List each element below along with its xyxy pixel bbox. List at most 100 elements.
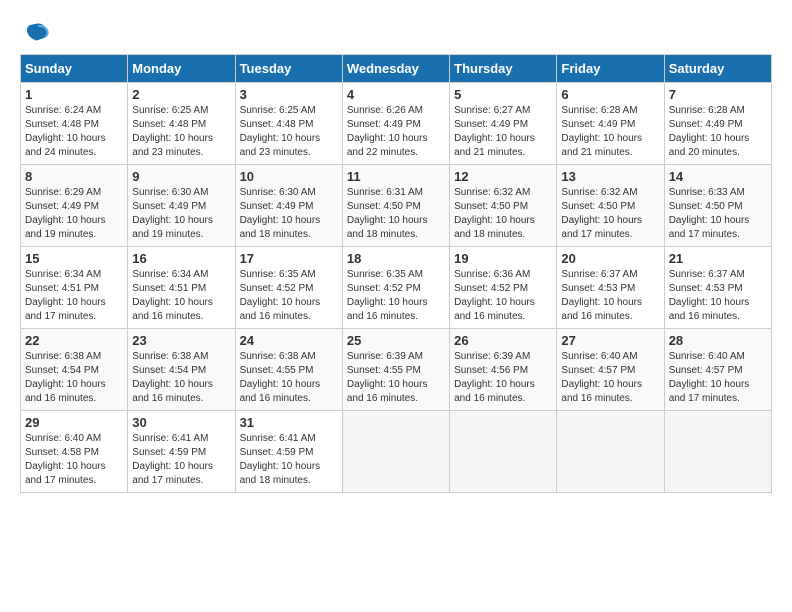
calendar-cell: 5 Sunrise: 6:27 AMSunset: 4:49 PMDayligh…: [450, 83, 557, 165]
day-info: Sunrise: 6:40 AMSunset: 4:57 PMDaylight:…: [669, 350, 767, 406]
day-number: 18: [347, 251, 445, 266]
calendar-cell: 26 Sunrise: 6:39 AMSunset: 4:56 PMDaylig…: [450, 329, 557, 411]
day-info: Sunrise: 6:30 AMSunset: 4:49 PMDaylight:…: [240, 186, 338, 242]
day-info: Sunrise: 6:37 AMSunset: 4:53 PMDaylight:…: [669, 268, 767, 324]
day-info: Sunrise: 6:30 AMSunset: 4:49 PMDaylight:…: [132, 186, 230, 242]
column-header-sunday: Sunday: [21, 55, 128, 83]
calendar-cell: 14 Sunrise: 6:33 AMSunset: 4:50 PMDaylig…: [664, 165, 771, 247]
day-info: Sunrise: 6:29 AMSunset: 4:49 PMDaylight:…: [25, 186, 123, 242]
day-info: Sunrise: 6:33 AMSunset: 4:50 PMDaylight:…: [669, 186, 767, 242]
day-info: Sunrise: 6:32 AMSunset: 4:50 PMDaylight:…: [561, 186, 659, 242]
day-info: Sunrise: 6:32 AMSunset: 4:50 PMDaylight:…: [454, 186, 552, 242]
day-number: 20: [561, 251, 659, 266]
day-number: 26: [454, 333, 552, 348]
day-info: Sunrise: 6:37 AMSunset: 4:53 PMDaylight:…: [561, 268, 659, 324]
calendar-table: SundayMondayTuesdayWednesdayThursdayFrid…: [20, 54, 772, 493]
day-number: 13: [561, 169, 659, 184]
day-number: 12: [454, 169, 552, 184]
day-number: 27: [561, 333, 659, 348]
calendar-cell: [664, 411, 771, 493]
page-header: [20, 20, 772, 44]
calendar-cell: 7 Sunrise: 6:28 AMSunset: 4:49 PMDayligh…: [664, 83, 771, 165]
day-info: Sunrise: 6:28 AMSunset: 4:49 PMDaylight:…: [561, 104, 659, 160]
calendar-week-3: 15 Sunrise: 6:34 AMSunset: 4:51 PMDaylig…: [21, 247, 772, 329]
day-info: Sunrise: 6:31 AMSunset: 4:50 PMDaylight:…: [347, 186, 445, 242]
day-info: Sunrise: 6:26 AMSunset: 4:49 PMDaylight:…: [347, 104, 445, 160]
calendar-cell: 25 Sunrise: 6:39 AMSunset: 4:55 PMDaylig…: [342, 329, 449, 411]
day-number: 14: [669, 169, 767, 184]
column-header-monday: Monday: [128, 55, 235, 83]
day-number: 17: [240, 251, 338, 266]
day-number: 21: [669, 251, 767, 266]
day-number: 1: [25, 87, 123, 102]
day-info: Sunrise: 6:39 AMSunset: 4:56 PMDaylight:…: [454, 350, 552, 406]
day-info: Sunrise: 6:40 AMSunset: 4:58 PMDaylight:…: [25, 432, 123, 488]
day-number: 3: [240, 87, 338, 102]
calendar-cell: 11 Sunrise: 6:31 AMSunset: 4:50 PMDaylig…: [342, 165, 449, 247]
calendar-cell: 23 Sunrise: 6:38 AMSunset: 4:54 PMDaylig…: [128, 329, 235, 411]
day-number: 19: [454, 251, 552, 266]
day-info: Sunrise: 6:34 AMSunset: 4:51 PMDaylight:…: [25, 268, 123, 324]
calendar-cell: 24 Sunrise: 6:38 AMSunset: 4:55 PMDaylig…: [235, 329, 342, 411]
day-info: Sunrise: 6:41 AMSunset: 4:59 PMDaylight:…: [132, 432, 230, 488]
day-info: Sunrise: 6:25 AMSunset: 4:48 PMDaylight:…: [240, 104, 338, 160]
day-number: 31: [240, 415, 338, 430]
calendar-cell: 19 Sunrise: 6:36 AMSunset: 4:52 PMDaylig…: [450, 247, 557, 329]
day-info: Sunrise: 6:25 AMSunset: 4:48 PMDaylight:…: [132, 104, 230, 160]
calendar-cell: 21 Sunrise: 6:37 AMSunset: 4:53 PMDaylig…: [664, 247, 771, 329]
calendar-cell: 22 Sunrise: 6:38 AMSunset: 4:54 PMDaylig…: [21, 329, 128, 411]
day-number: 5: [454, 87, 552, 102]
calendar-header-row: SundayMondayTuesdayWednesdayThursdayFrid…: [21, 55, 772, 83]
column-header-thursday: Thursday: [450, 55, 557, 83]
calendar-cell: 8 Sunrise: 6:29 AMSunset: 4:49 PMDayligh…: [21, 165, 128, 247]
calendar-week-4: 22 Sunrise: 6:38 AMSunset: 4:54 PMDaylig…: [21, 329, 772, 411]
day-number: 16: [132, 251, 230, 266]
calendar-cell: 15 Sunrise: 6:34 AMSunset: 4:51 PMDaylig…: [21, 247, 128, 329]
day-info: Sunrise: 6:28 AMSunset: 4:49 PMDaylight:…: [669, 104, 767, 160]
day-info: Sunrise: 6:36 AMSunset: 4:52 PMDaylight:…: [454, 268, 552, 324]
column-header-saturday: Saturday: [664, 55, 771, 83]
calendar-cell: 17 Sunrise: 6:35 AMSunset: 4:52 PMDaylig…: [235, 247, 342, 329]
day-number: 8: [25, 169, 123, 184]
logo-icon: [20, 20, 50, 44]
column-header-tuesday: Tuesday: [235, 55, 342, 83]
calendar-cell: 6 Sunrise: 6:28 AMSunset: 4:49 PMDayligh…: [557, 83, 664, 165]
day-number: 23: [132, 333, 230, 348]
calendar-cell: 20 Sunrise: 6:37 AMSunset: 4:53 PMDaylig…: [557, 247, 664, 329]
day-info: Sunrise: 6:27 AMSunset: 4:49 PMDaylight:…: [454, 104, 552, 160]
day-info: Sunrise: 6:35 AMSunset: 4:52 PMDaylight:…: [347, 268, 445, 324]
calendar-cell: 10 Sunrise: 6:30 AMSunset: 4:49 PMDaylig…: [235, 165, 342, 247]
day-info: Sunrise: 6:24 AMSunset: 4:48 PMDaylight:…: [25, 104, 123, 160]
calendar-cell: [342, 411, 449, 493]
calendar-cell: 3 Sunrise: 6:25 AMSunset: 4:48 PMDayligh…: [235, 83, 342, 165]
day-info: Sunrise: 6:41 AMSunset: 4:59 PMDaylight:…: [240, 432, 338, 488]
calendar-cell: [557, 411, 664, 493]
calendar-cell: 1 Sunrise: 6:24 AMSunset: 4:48 PMDayligh…: [21, 83, 128, 165]
column-header-wednesday: Wednesday: [342, 55, 449, 83]
day-number: 22: [25, 333, 123, 348]
calendar-cell: 13 Sunrise: 6:32 AMSunset: 4:50 PMDaylig…: [557, 165, 664, 247]
day-info: Sunrise: 6:35 AMSunset: 4:52 PMDaylight:…: [240, 268, 338, 324]
calendar-cell: 27 Sunrise: 6:40 AMSunset: 4:57 PMDaylig…: [557, 329, 664, 411]
day-info: Sunrise: 6:34 AMSunset: 4:51 PMDaylight:…: [132, 268, 230, 324]
day-number: 9: [132, 169, 230, 184]
day-number: 28: [669, 333, 767, 348]
calendar-cell: [450, 411, 557, 493]
logo: [20, 20, 54, 44]
calendar-week-5: 29 Sunrise: 6:40 AMSunset: 4:58 PMDaylig…: [21, 411, 772, 493]
calendar-cell: 30 Sunrise: 6:41 AMSunset: 4:59 PMDaylig…: [128, 411, 235, 493]
calendar-cell: 2 Sunrise: 6:25 AMSunset: 4:48 PMDayligh…: [128, 83, 235, 165]
calendar-cell: 28 Sunrise: 6:40 AMSunset: 4:57 PMDaylig…: [664, 329, 771, 411]
day-number: 15: [25, 251, 123, 266]
calendar-cell: 12 Sunrise: 6:32 AMSunset: 4:50 PMDaylig…: [450, 165, 557, 247]
day-number: 10: [240, 169, 338, 184]
day-number: 7: [669, 87, 767, 102]
calendar-cell: 29 Sunrise: 6:40 AMSunset: 4:58 PMDaylig…: [21, 411, 128, 493]
calendar-cell: 16 Sunrise: 6:34 AMSunset: 4:51 PMDaylig…: [128, 247, 235, 329]
day-info: Sunrise: 6:38 AMSunset: 4:54 PMDaylight:…: [132, 350, 230, 406]
day-number: 4: [347, 87, 445, 102]
calendar-cell: 9 Sunrise: 6:30 AMSunset: 4:49 PMDayligh…: [128, 165, 235, 247]
calendar-cell: 31 Sunrise: 6:41 AMSunset: 4:59 PMDaylig…: [235, 411, 342, 493]
day-number: 25: [347, 333, 445, 348]
day-number: 11: [347, 169, 445, 184]
